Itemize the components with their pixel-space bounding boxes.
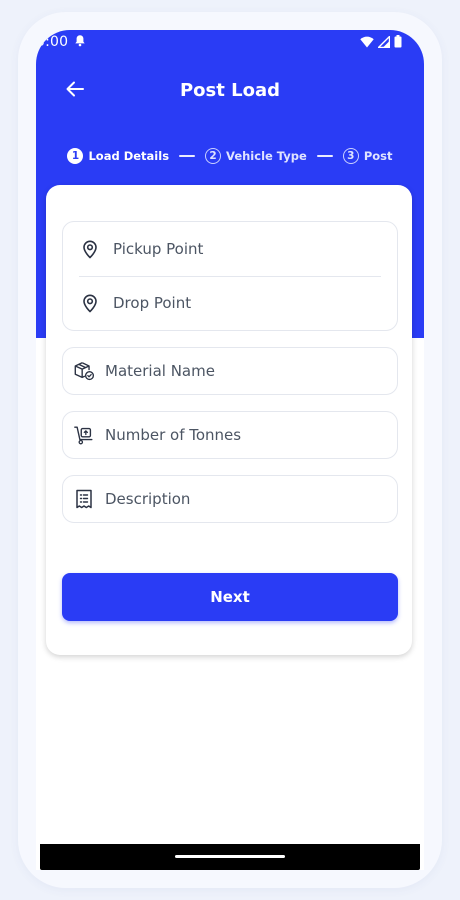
battery-icon [394, 35, 402, 52]
step-separator [179, 155, 196, 157]
step-separator [316, 155, 333, 157]
package-check-icon [73, 360, 95, 382]
status-icons [360, 34, 402, 52]
page-title: Post Load [179, 80, 280, 101]
home-indicator[interactable] [175, 855, 285, 858]
receipt-icon [73, 488, 95, 510]
stepper: 1 Load Details 2 Vehicle Type 3 Post [36, 148, 424, 164]
description-placeholder: Description [105, 490, 191, 508]
material-placeholder: Material Name [105, 362, 215, 380]
location-group: Pickup Point Drop Point [62, 221, 398, 331]
step-label: Vehicle Type [226, 149, 307, 163]
wifi-icon [360, 36, 374, 52]
number-of-tonnes-field[interactable]: Number of Tonnes [62, 411, 398, 459]
material-name-field[interactable]: Material Name [62, 347, 398, 395]
pickup-placeholder: Pickup Point [113, 240, 204, 258]
step-post: 3 Post [342, 148, 393, 164]
step-label: Load Details [88, 149, 170, 163]
step-vehicle-type: 2 Vehicle Type [205, 148, 307, 164]
status-bar: 3:00 [36, 30, 424, 56]
map-pin-icon [79, 238, 101, 260]
load-form-card: Pickup Point Drop Point Material Name Nu… [46, 185, 412, 655]
step-load-details: 1 Load Details [67, 148, 169, 164]
drop-point-field[interactable]: Drop Point [63, 276, 397, 330]
step-number: 2 [205, 148, 222, 164]
map-pin-icon [79, 292, 101, 314]
drop-placeholder: Drop Point [113, 294, 192, 312]
next-button[interactable]: Next [62, 573, 398, 621]
step-number: 3 [342, 148, 359, 164]
step-number: 1 [67, 148, 84, 164]
bell-icon [74, 34, 86, 51]
step-label: Post [363, 149, 393, 163]
status-time: 3:00 [36, 34, 69, 50]
description-field[interactable]: Description [62, 475, 398, 523]
pickup-point-field[interactable]: Pickup Point [63, 222, 397, 276]
app-screen: 3:00 Post Load 1 Load Details 2 Vehicle … [36, 30, 424, 870]
hand-truck-icon [73, 424, 95, 446]
signal-icon [376, 34, 391, 52]
tonnes-placeholder: Number of Tonnes [105, 426, 242, 444]
